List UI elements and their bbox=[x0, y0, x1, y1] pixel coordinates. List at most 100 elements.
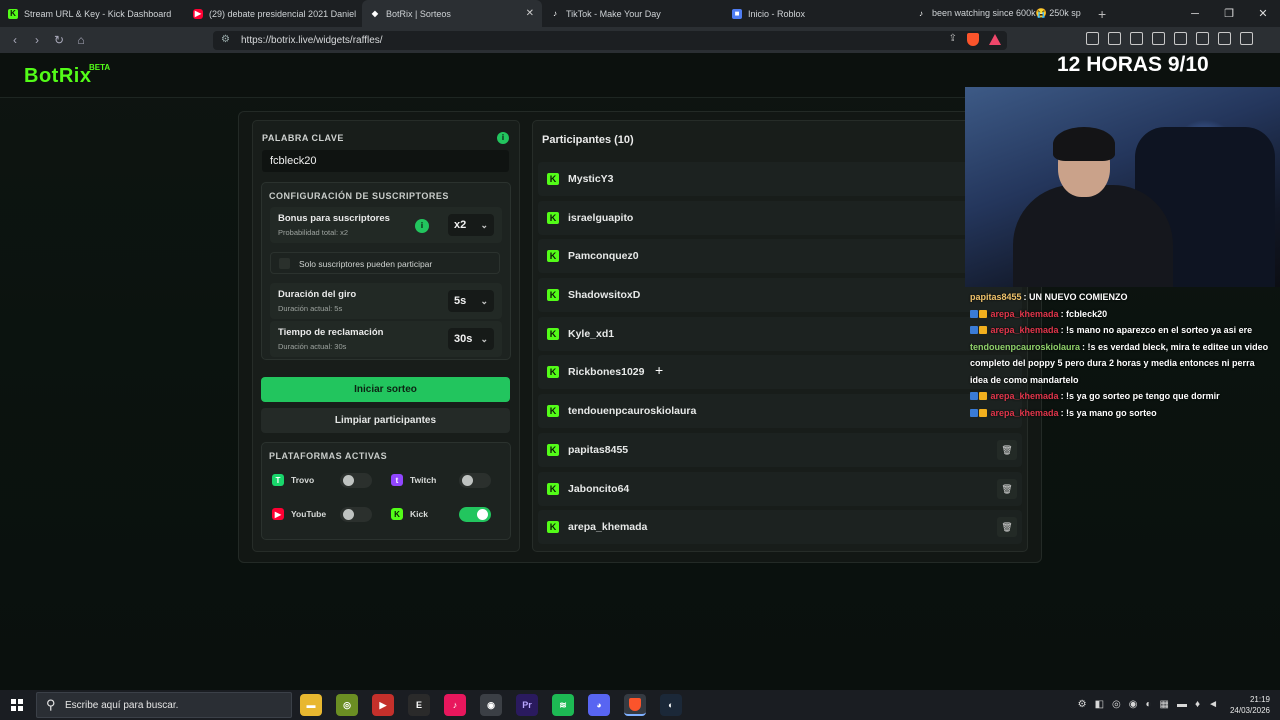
twitch-icon: t bbox=[391, 474, 403, 486]
tiktok-icon: ♪ bbox=[553, 9, 557, 18]
new-tab-button[interactable]: + bbox=[1098, 6, 1106, 22]
tray-app-icon[interactable]: ⚙ bbox=[1078, 699, 1087, 710]
keyword-input[interactable] bbox=[262, 150, 509, 172]
chat-username: arepa_khemada bbox=[990, 308, 1059, 319]
info-icon[interactable]: i bbox=[415, 219, 429, 233]
url-field[interactable]: ⚙ https://botrix.live/widgets/raffles/ ⇪ bbox=[213, 31, 1007, 50]
platform-twitch: t Twitch bbox=[385, 468, 497, 492]
taskbar-clock[interactable]: 21:19 24/03/2026 bbox=[1230, 694, 1270, 716]
bonus-subtitle: Probabilidad total: x2 bbox=[278, 228, 349, 237]
spin-duration-select[interactable]: 5s ⌄ bbox=[448, 290, 494, 312]
tab-label: Stream URL & Key - Kick Dashboard bbox=[24, 8, 172, 19]
steam-icon[interactable]: ◐ bbox=[660, 694, 682, 716]
epic-games-icon[interactable]: E bbox=[408, 694, 430, 716]
bonus-title: Bonus para suscriptores bbox=[278, 213, 390, 224]
youtube-icon: ▶ bbox=[193, 8, 203, 19]
participant-name: israelguapito bbox=[568, 211, 634, 224]
tray-app-icon[interactable]: ◉ bbox=[1129, 699, 1138, 710]
downloads-icon[interactable] bbox=[1130, 32, 1143, 45]
taskbar-search[interactable]: ⚲ Escribe aquí para buscar. bbox=[36, 692, 292, 718]
participant-name: Rickbones1029 bbox=[568, 366, 645, 379]
discord-icon[interactable]: ◕ bbox=[588, 694, 610, 716]
tab-youtube-debate[interactable]: ▶ (29) debate presidencial 2021 Daniel bbox=[185, 0, 362, 27]
obs-icon[interactable]: ◉ bbox=[480, 694, 502, 716]
clock-date: 24/03/2026 bbox=[1229, 706, 1270, 715]
youtube-icon[interactable]: ▶ bbox=[372, 694, 394, 716]
spin-duration-row: Duración del giro Duración actual: 5s 5s… bbox=[270, 283, 502, 319]
brave-browser-icon[interactable] bbox=[624, 694, 646, 716]
home-button[interactable]: ⌂ bbox=[70, 33, 92, 47]
brave-rewards-icon[interactable] bbox=[989, 34, 1001, 45]
participant-name: tendouenpcauroskiolaura bbox=[568, 405, 697, 418]
trovo-toggle[interactable] bbox=[340, 473, 372, 488]
vpn-icon[interactable] bbox=[1218, 32, 1231, 45]
extensions-icon[interactable] bbox=[1086, 32, 1099, 45]
tab-tiktok-video[interactable]: ♪ been watching since 600k😭 250k sp bbox=[908, 0, 1090, 27]
forward-button[interactable]: › bbox=[26, 33, 48, 47]
youtube-toggle[interactable] bbox=[340, 507, 372, 522]
clear-participants-button[interactable]: Limpiar participantes bbox=[261, 408, 510, 433]
spin-title: Duración del giro bbox=[278, 289, 357, 300]
chat-message: tendouenpcauroskiolaura: !s es verdad bl… bbox=[970, 339, 1275, 389]
close-window-button[interactable]: ✕ bbox=[1246, 7, 1280, 20]
bonus-select[interactable]: x2 ⌄ bbox=[448, 214, 494, 236]
tab-tiktok[interactable]: ♪ TikTok - Make Your Day bbox=[542, 0, 724, 27]
tab-roblox[interactable]: ■ Inicio - Roblox bbox=[724, 0, 908, 27]
wallet-icon[interactable] bbox=[1196, 32, 1209, 45]
platform-name: Kick bbox=[410, 509, 428, 519]
steam-tray-icon[interactable]: ◐ bbox=[1145, 699, 1151, 710]
tray-app-icon[interactable]: ▬ bbox=[1177, 699, 1187, 710]
chat-text: : UN NUEVO COMIENZO bbox=[1023, 292, 1128, 302]
participant-name: ShadowsitoxD bbox=[568, 289, 641, 302]
close-icon[interactable]: ✕ bbox=[518, 8, 534, 19]
kick-toggle[interactable] bbox=[459, 507, 491, 522]
tab-kick-dashboard[interactable]: K Stream URL & Key - Kick Dashboard bbox=[0, 0, 185, 27]
tiktok-icon[interactable]: ♪ bbox=[444, 694, 466, 716]
screenshot-icon[interactable] bbox=[1108, 32, 1121, 45]
subscriber-config: CONFIGURACIÓN DE SUSCRIPTORES Bonus para… bbox=[261, 182, 511, 360]
subs-only-row[interactable]: Solo suscriptores pueden participar bbox=[270, 252, 500, 274]
tray-app-icon[interactable]: ◧ bbox=[1095, 699, 1104, 710]
volume-icon[interactable]: ◄ bbox=[1208, 699, 1218, 710]
webcam-overlay bbox=[965, 87, 1280, 287]
subscriber-bonus-row: Bonus para suscriptores Probabilidad tot… bbox=[270, 207, 502, 243]
info-icon[interactable]: i bbox=[497, 132, 509, 144]
delete-participant-button[interactable]: 🗑 bbox=[997, 439, 1017, 460]
toggle-knob bbox=[343, 475, 354, 486]
delete-participant-button[interactable]: 🗑 bbox=[997, 478, 1017, 499]
reload-button[interactable]: ↻ bbox=[48, 33, 70, 47]
platform-youtube: ▶ YouTube bbox=[266, 502, 378, 526]
streamer-hair bbox=[1053, 127, 1115, 161]
sidebar-icon[interactable] bbox=[1174, 32, 1187, 45]
delete-participant-button[interactable]: 🗑 bbox=[997, 517, 1017, 538]
botrix-icon: ◆ bbox=[371, 9, 379, 18]
menu-icon[interactable] bbox=[1240, 32, 1253, 45]
subscriber-config-title: CONFIGURACIÓN DE SUSCRIPTORES bbox=[269, 191, 449, 201]
claim-time-select[interactable]: 30s ⌄ bbox=[448, 328, 494, 350]
tray-app-icon[interactable]: ▦ bbox=[1160, 699, 1169, 710]
subs-only-checkbox[interactable] bbox=[279, 258, 290, 269]
botrix-logo[interactable]: BotRix bbox=[24, 65, 91, 88]
microphone-icon[interactable]: ♦ bbox=[1195, 699, 1200, 710]
minimize-button[interactable]: ─ bbox=[1178, 8, 1212, 20]
maximize-button[interactable]: ❐ bbox=[1212, 7, 1246, 20]
tray-app-icon[interactable]: ◎ bbox=[1112, 699, 1121, 710]
share-icon[interactable]: ⇪ bbox=[949, 33, 957, 46]
chat-username: tendouenpcauroskiolaura bbox=[970, 341, 1081, 352]
start-raffle-button[interactable]: Iniciar sorteo bbox=[261, 377, 510, 402]
site-settings-icon[interactable]: ⚙ bbox=[221, 34, 230, 45]
xbox-icon[interactable]: ◎ bbox=[336, 694, 358, 716]
twitch-toggle[interactable] bbox=[459, 473, 491, 488]
spotify-icon[interactable]: ≋ bbox=[552, 694, 574, 716]
address-bar-row: ‹ › ↻ ⌂ ⚙ https://botrix.live/widgets/ra… bbox=[0, 27, 1280, 53]
back-button[interactable]: ‹ bbox=[4, 33, 26, 47]
playlist-icon[interactable] bbox=[1152, 32, 1165, 45]
raffle-settings-panel: PALABRA CLAVE i CONFIGURACIÓN DE SUSCRIP… bbox=[252, 120, 520, 552]
participants-list: K MysticY3 Kisraelguapito K Pamconquez0 KS… bbox=[538, 162, 1022, 549]
participant-row: K ShadowsitoxD bbox=[538, 278, 1022, 313]
file-explorer-icon[interactable]: ▬ bbox=[300, 694, 322, 716]
windows-start-icon[interactable] bbox=[11, 699, 23, 711]
tab-botrix-sorteos[interactable]: ◆ BotRix | Sorteos ✕ bbox=[362, 0, 542, 27]
brave-shield-icon[interactable] bbox=[967, 33, 979, 46]
premiere-icon[interactable]: Pr bbox=[516, 694, 538, 716]
